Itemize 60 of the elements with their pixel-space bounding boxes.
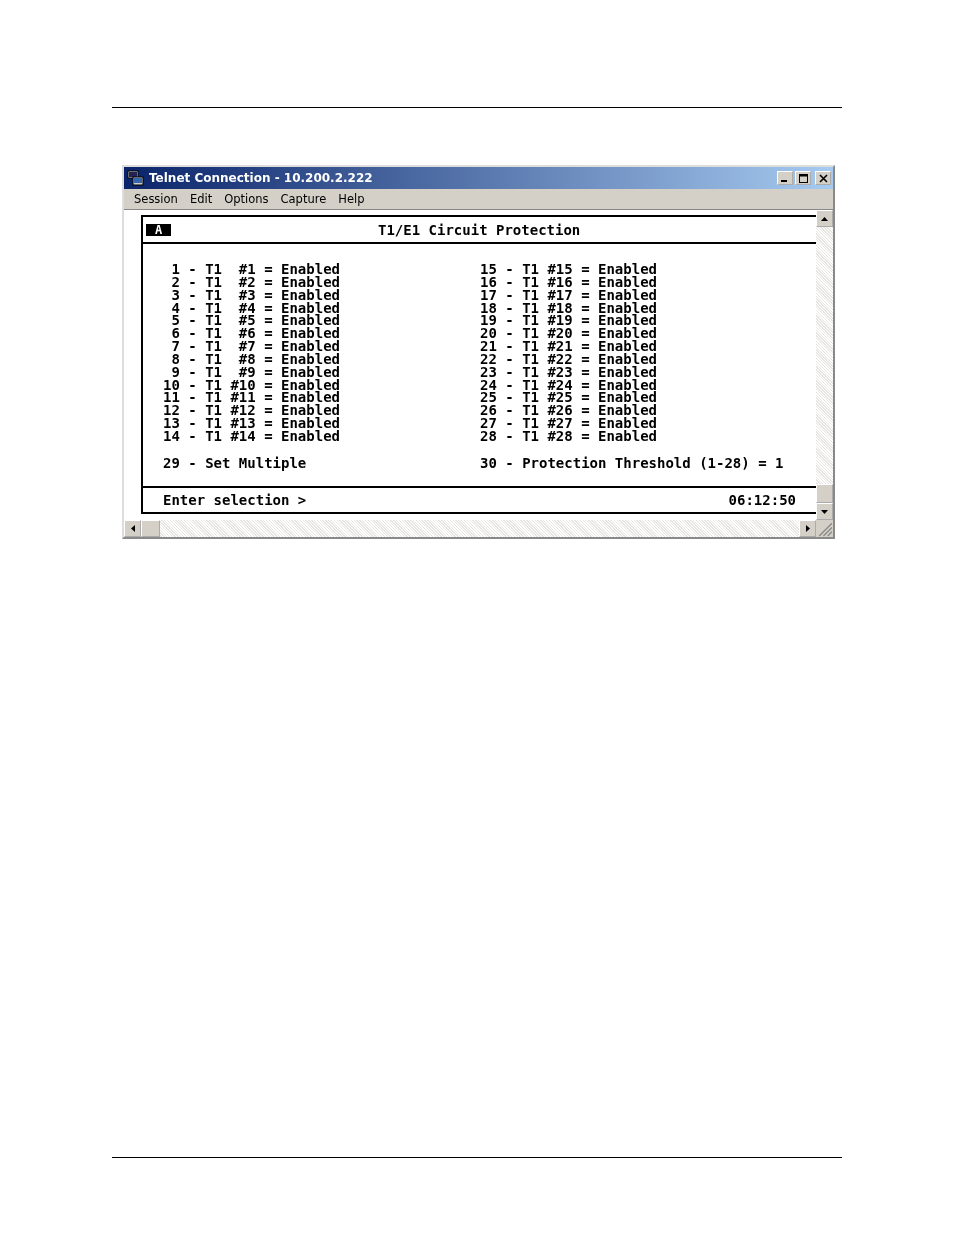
circuit-entry: 25 - T1 #25 = Enabled: [480, 391, 657, 405]
circuit-entry: 14 - T1 #14 = Enabled: [163, 429, 340, 443]
clock-time: 06:12:50: [728, 493, 796, 507]
down-arrow-icon: [821, 509, 828, 514]
menu-item[interactable]: Session: [128, 192, 184, 206]
menu-option: 30 - Protection Threshold (1-28) = 1: [480, 455, 784, 470]
input-prompt: Enter selection >: [163, 493, 307, 507]
circuit-entry: 24 - T1 #24 = Enabled: [480, 378, 657, 392]
circuit-entry: 17 - T1 #17 = Enabled: [480, 288, 657, 302]
vertical-scrollbar[interactable]: [816, 210, 833, 520]
circuit-entry: 26 - T1 #26 = Enabled: [480, 404, 657, 418]
scroll-left-button[interactable]: [124, 520, 141, 537]
left-arrow-icon: [130, 525, 135, 532]
circuit-entry: 2 - T1 #2 = Enabled: [170, 275, 340, 289]
circuit-entry: 23 - T1 #23 = Enabled: [480, 365, 657, 379]
minimize-icon: [781, 180, 787, 182]
resize-grip-icon[interactable]: [816, 520, 833, 537]
circuit-entry: 9 - T1 #9 = Enabled: [170, 365, 340, 379]
circuit-entry: 11 - T1 #11 = Enabled: [163, 391, 340, 405]
maximize-icon: [798, 173, 808, 183]
circuit-entry: 19 - T1 #19 = Enabled: [480, 314, 657, 328]
circuit-entry: 21 - T1 #21 = Enabled: [480, 340, 657, 353]
circuit-entry: 20 - T1 #20 = Enabled: [480, 327, 657, 341]
close-button[interactable]: [815, 171, 831, 185]
session-tag: A: [146, 223, 171, 236]
circuit-entry: 22 - T1 #22 = Enabled: [480, 352, 657, 366]
menu-item[interactable]: Capture: [274, 192, 333, 206]
circuit-entry: 27 - T1 #27 = Enabled: [480, 417, 657, 430]
scroll-thumb[interactable]: [816, 484, 833, 503]
circuit-entry: 28 - T1 #28 = Enabled: [480, 429, 657, 443]
circuit-entry: 12 - T1 #12 = Enabled: [163, 404, 340, 418]
maximize-button[interactable]: [795, 171, 811, 185]
minimize-button[interactable]: [777, 171, 793, 185]
circuit-entry: 6 - T1 #6 = Enabled: [170, 327, 340, 341]
scroll-down-button[interactable]: [816, 503, 833, 520]
circuit-entry: 16 - T1 #16 = Enabled: [480, 275, 657, 289]
circuit-entry: 7 - T1 #7 = Enabled: [170, 340, 340, 353]
horizontal-scrollbar[interactable]: [124, 520, 816, 537]
close-icon: [818, 173, 828, 183]
circuit-entry: 5 - T1 #5 = Enabled: [170, 314, 340, 328]
circuit-entry: 3 - T1 #3 = Enabled: [170, 288, 340, 302]
screen-title: T1/E1 Circuit Protection: [378, 221, 581, 238]
scroll-up-button[interactable]: [816, 210, 833, 227]
menu-item[interactable]: Edit: [183, 192, 219, 206]
circuit-entry: 18 - T1 #18 = Enabled: [480, 301, 657, 315]
window-title: Telnet Connection - 10.200.2.222: [149, 171, 374, 185]
circuit-entry: 13 - T1 #13 = Enabled: [163, 417, 340, 430]
circuit-entry: 8 - T1 #8 = Enabled: [170, 352, 340, 366]
circuit-entry: 15 - T1 #15 = Enabled: [480, 263, 657, 276]
scroll-right-button[interactable]: [799, 520, 816, 537]
menu-item[interactable]: Help: [332, 192, 371, 206]
scroll-thumb[interactable]: [141, 520, 160, 537]
circuit-entry: 10 - T1 #10 = Enabled: [163, 378, 340, 392]
menu-item[interactable]: Options: [218, 192, 275, 206]
circuit-entry: 1 - T1 #1 = Enabled: [170, 263, 340, 276]
right-arrow-icon: [805, 525, 810, 532]
up-arrow-icon: [821, 216, 828, 221]
menu-option: 29 - Set Multiple: [163, 455, 307, 470]
circuit-entry: 4 - T1 #4 = Enabled: [170, 301, 340, 315]
terminal-icon: [127, 170, 145, 186]
